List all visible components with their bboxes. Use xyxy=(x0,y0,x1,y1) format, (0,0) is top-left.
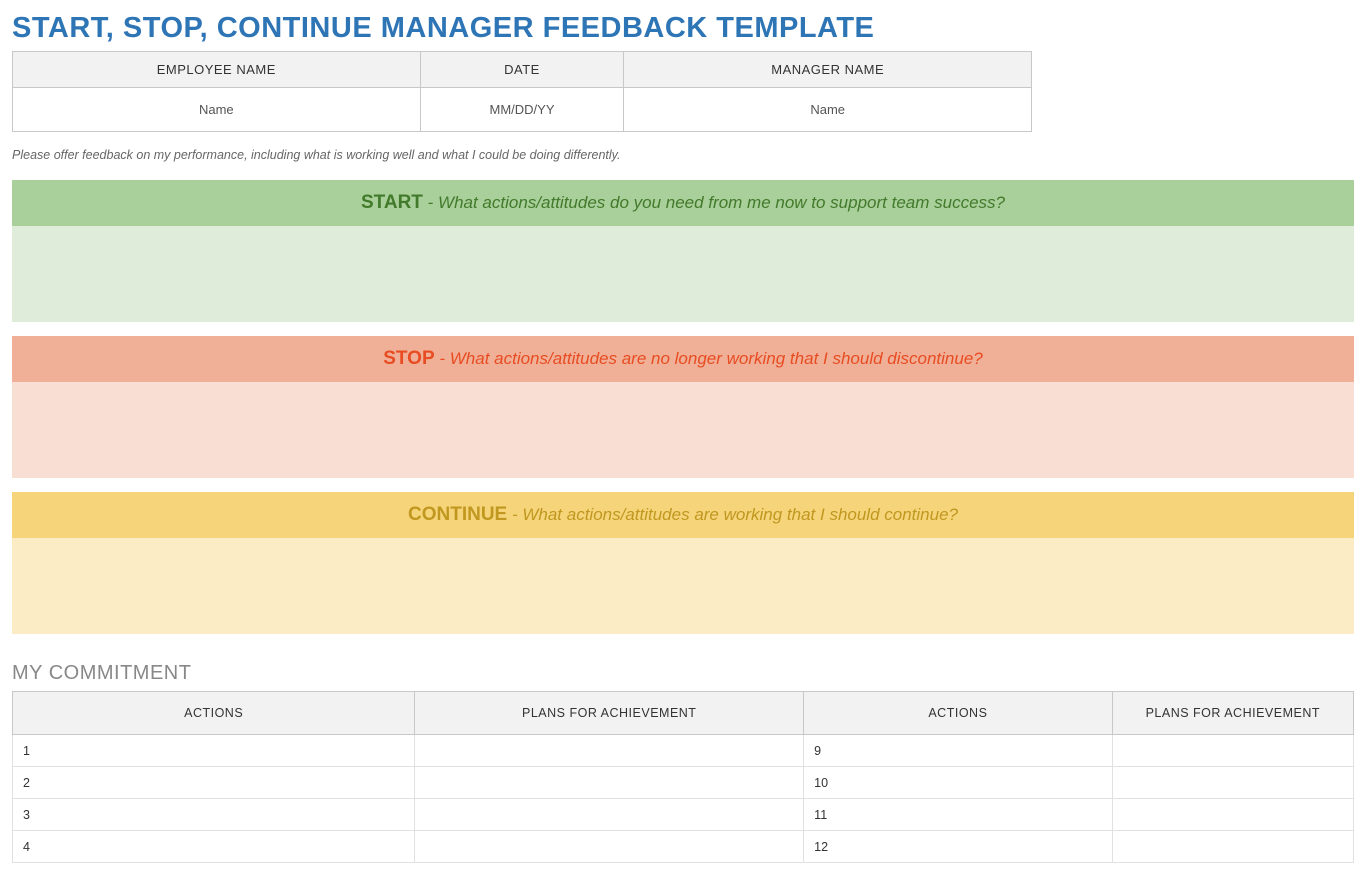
commitment-table: ACTIONS PLANS FOR ACHIEVEMENT ACTIONS PL… xyxy=(12,691,1354,863)
manager-name-field[interactable]: Name xyxy=(624,88,1032,132)
commit-header-actions-2: ACTIONS xyxy=(804,692,1112,735)
table-row: 2 10 xyxy=(13,767,1354,799)
info-header-manager: MANAGER NAME xyxy=(624,52,1032,88)
continue-input-area[interactable] xyxy=(12,538,1354,634)
commit-plan-right[interactable] xyxy=(1112,767,1353,799)
start-section: START - What actions/attitudes do you ne… xyxy=(12,180,1354,322)
commit-action-right[interactable]: 11 xyxy=(804,799,1112,831)
commit-header-plans-2: PLANS FOR ACHIEVEMENT xyxy=(1112,692,1353,735)
continue-header: CONTINUE - What actions/attitudes are wo… xyxy=(12,492,1354,538)
commit-header-actions-1: ACTIONS xyxy=(13,692,415,735)
continue-section: CONTINUE - What actions/attitudes are wo… xyxy=(12,492,1354,634)
commit-header-plans-1: PLANS FOR ACHIEVEMENT xyxy=(415,692,804,735)
commit-plan-left[interactable] xyxy=(415,799,804,831)
stop-section: STOP - What actions/attitudes are no lon… xyxy=(12,336,1354,478)
start-prompt: - What actions/attitudes do you need fro… xyxy=(423,193,1005,212)
commit-action-left[interactable]: 2 xyxy=(13,767,415,799)
table-row: 1 9 xyxy=(13,735,1354,767)
employee-name-field[interactable]: Name xyxy=(13,88,421,132)
commit-action-left[interactable]: 1 xyxy=(13,735,415,767)
start-label: START xyxy=(361,192,423,213)
start-input-area[interactable] xyxy=(12,226,1354,322)
page-title: START, STOP, CONTINUE MANAGER FEEDBACK T… xyxy=(12,12,1354,45)
stop-header: STOP - What actions/attitudes are no lon… xyxy=(12,336,1354,382)
commit-action-left[interactable]: 3 xyxy=(13,799,415,831)
info-header-date: DATE xyxy=(420,52,624,88)
stop-prompt: - What actions/attitudes are no longer w… xyxy=(435,349,983,368)
commit-action-right[interactable]: 10 xyxy=(804,767,1112,799)
commit-plan-right[interactable] xyxy=(1112,735,1353,767)
stop-label: STOP xyxy=(383,348,434,369)
continue-label: CONTINUE xyxy=(408,504,507,525)
instruction-text: Please offer feedback on my performance,… xyxy=(12,148,1354,162)
table-row: 3 11 xyxy=(13,799,1354,831)
date-field[interactable]: MM/DD/YY xyxy=(420,88,624,132)
commit-plan-right[interactable] xyxy=(1112,799,1353,831)
stop-input-area[interactable] xyxy=(12,382,1354,478)
commit-plan-left[interactable] xyxy=(415,735,804,767)
commitment-title: MY COMMITMENT xyxy=(12,662,1354,685)
info-header-employee: EMPLOYEE NAME xyxy=(13,52,421,88)
continue-prompt: - What actions/attitudes are working tha… xyxy=(507,505,958,524)
start-header: START - What actions/attitudes do you ne… xyxy=(12,180,1354,226)
commit-action-right[interactable]: 9 xyxy=(804,735,1112,767)
info-table: EMPLOYEE NAME DATE MANAGER NAME Name MM/… xyxy=(12,51,1032,132)
commit-plan-left[interactable] xyxy=(415,767,804,799)
